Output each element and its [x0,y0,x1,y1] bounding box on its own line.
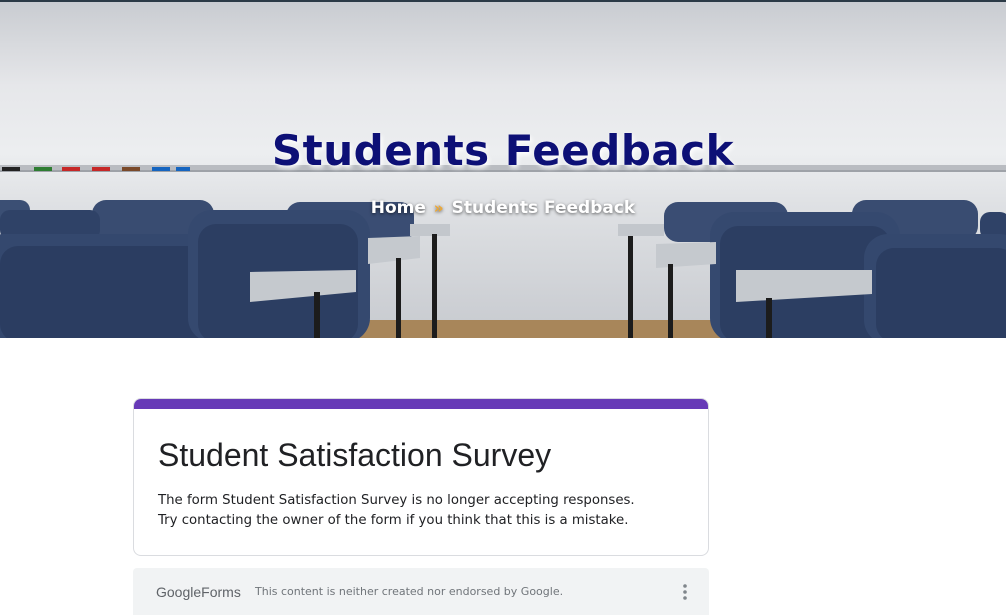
form-footer: GoogleForms This content is neither crea… [133,568,709,615]
more-vert-icon [683,584,687,600]
google-forms-logo[interactable]: GoogleForms [156,584,241,600]
hero-banner: Students Feedback Home » Students Feedback [0,0,1006,338]
form-closed-message: The form Student Satisfaction Survey is … [158,491,635,531]
google-forms-logo-forms: Forms [201,584,241,600]
form-accent-bar [134,399,708,409]
breadcrumb-home-link[interactable]: Home [371,198,426,218]
form-closed-message-line1: The form Student Satisfaction Survey is … [158,493,635,508]
breadcrumb-separator-icon: » [433,199,444,217]
google-disclaimer: This content is neither created nor endo… [255,585,564,598]
breadcrumb: Home » Students Feedback [0,198,1006,218]
form-closed-card: Student Satisfaction Survey The form Stu… [133,398,709,556]
form-closed-message-line2: Try contacting the owner of the form if … [158,513,629,528]
form-title: Student Satisfaction Survey [158,437,552,473]
google-forms-logo-google: Google [156,584,202,600]
page-title: Students Feedback [271,126,735,175]
breadcrumb-current: Students Feedback [451,198,636,218]
more-options-button[interactable] [679,582,691,602]
